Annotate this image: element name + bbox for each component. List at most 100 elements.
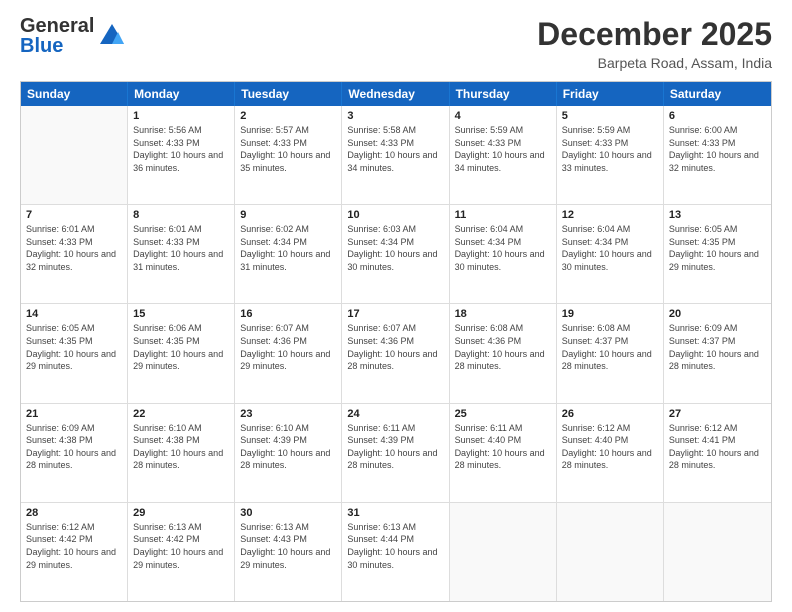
cell-sun-info: Sunrise: 6:04 AMSunset: 4:34 PMDaylight:… — [562, 223, 658, 273]
calendar-cell: 6Sunrise: 6:00 AMSunset: 4:33 PMDaylight… — [664, 106, 771, 204]
header-day-saturday: Saturday — [664, 82, 771, 106]
day-number: 15 — [133, 308, 229, 320]
calendar-cell: 12 Sunrise: 6:04 AMSunset: 4:34 PMDayligh… — [557, 205, 664, 303]
cell-sun-info: Sunrise: 6:10 AMSunset: 4:39 PMDaylight:… — [240, 422, 336, 472]
cell-sun-info: Sunrise: 6:13 AMSunset: 4:43 PMDaylight:… — [240, 521, 336, 571]
calendar-row-1: 7Sunrise: 6:01 AMSunset: 4:33 PMDaylight… — [21, 205, 771, 304]
day-number: 1 — [133, 110, 229, 122]
calendar-cell: 9 Sunrise: 6:02 AMSunset: 4:34 PMDaylight… — [235, 205, 342, 303]
day-number: 25 — [455, 408, 551, 420]
month-title: December 2025 — [537, 16, 772, 53]
calendar-cell: 13 Sunrise: 6:05 AMSunset: 4:35 PMDayligh… — [664, 205, 771, 303]
calendar-cell: 11Sunrise: 6:04 AMSunset: 4:34 PMDayligh… — [450, 205, 557, 303]
calendar-cell: 5Sunrise: 5:59 AMSunset: 4:33 PMDaylight… — [557, 106, 664, 204]
calendar-cell: 14Sunrise: 6:05 AMSunset: 4:35 PMDayligh… — [21, 304, 128, 402]
cell-sun-info: Sunrise: 6:03 AMSunset: 4:34 PMDaylight:… — [347, 223, 443, 273]
cell-sun-info: Sunrise: 6:11 AMSunset: 4:39 PMDaylight:… — [347, 422, 443, 472]
calendar-cell: 17 Sunrise: 6:07 AMSunset: 4:36 PMDayligh… — [342, 304, 449, 402]
day-number: 18 — [455, 308, 551, 320]
day-number: 6 — [669, 110, 766, 122]
calendar-cell: 27 Sunrise: 6:12 AMSunset: 4:41 PMDayligh… — [664, 404, 771, 502]
header-day-monday: Monday — [128, 82, 235, 106]
header-day-friday: Friday — [557, 82, 664, 106]
cell-sun-info: Sunrise: 6:02 AMSunset: 4:34 PMDaylight:… — [240, 223, 336, 273]
day-number: 23 — [240, 408, 336, 420]
cell-sun-info: Sunrise: 6:10 AMSunset: 4:38 PMDaylight:… — [133, 422, 229, 472]
calendar: SundayMondayTuesdayWednesdayThursdayFrid… — [20, 81, 772, 602]
cell-sun-info: Sunrise: 6:12 AMSunset: 4:41 PMDaylight:… — [669, 422, 766, 472]
title-block: December 2025 Barpeta Road, Assam, India — [537, 16, 772, 71]
header-day-thursday: Thursday — [450, 82, 557, 106]
day-number: 14 — [26, 308, 122, 320]
page: General Blue December 2025 Barpeta Road,… — [0, 0, 792, 612]
calendar-cell: 31Sunrise: 6:13 AMSunset: 4:44 PMDayligh… — [342, 503, 449, 601]
calendar-cell: 3 Sunrise: 5:58 AMSunset: 4:33 PMDaylight… — [342, 106, 449, 204]
calendar-cell: 18 Sunrise: 6:08 AMSunset: 4:36 PMDayligh… — [450, 304, 557, 402]
calendar-cell: 30 Sunrise: 6:13 AMSunset: 4:43 PMDayligh… — [235, 503, 342, 601]
calendar-cell — [450, 503, 557, 601]
day-number: 31 — [347, 507, 443, 519]
calendar-cell: 15 Sunrise: 6:06 AMSunset: 4:35 PMDayligh… — [128, 304, 235, 402]
calendar-cell: 1 Sunrise: 5:56 AMSunset: 4:33 PMDaylight… — [128, 106, 235, 204]
cell-sun-info: Sunrise: 6:08 AMSunset: 4:37 PMDaylight:… — [562, 322, 658, 372]
day-number: 16 — [240, 308, 336, 320]
cell-sun-info: Sunrise: 5:58 AMSunset: 4:33 PMDaylight:… — [347, 124, 443, 174]
day-number: 8 — [133, 209, 229, 221]
cell-sun-info: Sunrise: 6:05 AMSunset: 4:35 PMDaylight:… — [669, 223, 766, 273]
day-number: 22 — [133, 408, 229, 420]
header-day-wednesday: Wednesday — [342, 82, 449, 106]
cell-sun-info: Sunrise: 6:12 AMSunset: 4:42 PMDaylight:… — [26, 521, 122, 571]
day-number: 13 — [669, 209, 766, 221]
calendar-row-3: 21 Sunrise: 6:09 AMSunset: 4:38 PMDayligh… — [21, 404, 771, 503]
cell-sun-info: Sunrise: 6:11 AMSunset: 4:40 PMDaylight:… — [455, 422, 551, 472]
day-number: 27 — [669, 408, 766, 420]
cell-sun-info: Sunrise: 5:59 AMSunset: 4:33 PMDaylight:… — [455, 124, 551, 174]
calendar-cell: 25 Sunrise: 6:11 AMSunset: 4:40 PMDayligh… — [450, 404, 557, 502]
cell-sun-info: Sunrise: 5:56 AMSunset: 4:33 PMDaylight:… — [133, 124, 229, 174]
cell-sun-info: Sunrise: 6:07 AMSunset: 4:36 PMDaylight:… — [240, 322, 336, 372]
header-day-tuesday: Tuesday — [235, 82, 342, 106]
calendar-cell: 29Sunrise: 6:13 AMSunset: 4:42 PMDayligh… — [128, 503, 235, 601]
calendar-cell: 28Sunrise: 6:12 AMSunset: 4:42 PMDayligh… — [21, 503, 128, 601]
calendar-row-0: 1 Sunrise: 5:56 AMSunset: 4:33 PMDaylight… — [21, 106, 771, 205]
cell-sun-info: Sunrise: 6:12 AMSunset: 4:40 PMDaylight:… — [562, 422, 658, 472]
calendar-cell: 19 Sunrise: 6:08 AMSunset: 4:37 PMDayligh… — [557, 304, 664, 402]
cell-sun-info: Sunrise: 6:08 AMSunset: 4:36 PMDaylight:… — [455, 322, 551, 372]
calendar-cell: 7Sunrise: 6:01 AMSunset: 4:33 PMDaylight… — [21, 205, 128, 303]
day-number: 24 — [347, 408, 443, 420]
calendar-cell: 4 Sunrise: 5:59 AMSunset: 4:33 PMDaylight… — [450, 106, 557, 204]
logo: General Blue — [20, 16, 126, 56]
calendar-body: 1 Sunrise: 5:56 AMSunset: 4:33 PMDaylight… — [21, 106, 771, 601]
cell-sun-info: Sunrise: 6:01 AMSunset: 4:33 PMDaylight:… — [133, 223, 229, 273]
calendar-cell: 10 Sunrise: 6:03 AMSunset: 4:34 PMDayligh… — [342, 205, 449, 303]
day-number: 30 — [240, 507, 336, 519]
calendar-cell: 24 Sunrise: 6:11 AMSunset: 4:39 PMDayligh… — [342, 404, 449, 502]
calendar-row-4: 28Sunrise: 6:12 AMSunset: 4:42 PMDayligh… — [21, 503, 771, 601]
day-number: 4 — [455, 110, 551, 122]
calendar-row-2: 14Sunrise: 6:05 AMSunset: 4:35 PMDayligh… — [21, 304, 771, 403]
logo-general: General — [20, 16, 94, 36]
calendar-cell: 8 Sunrise: 6:01 AMSunset: 4:33 PMDaylight… — [128, 205, 235, 303]
day-number: 21 — [26, 408, 122, 420]
calendar-cell: 2Sunrise: 5:57 AMSunset: 4:33 PMDaylight… — [235, 106, 342, 204]
day-number: 3 — [347, 110, 443, 122]
calendar-cell: 23 Sunrise: 6:10 AMSunset: 4:39 PMDayligh… — [235, 404, 342, 502]
calendar-cell — [664, 503, 771, 601]
day-number: 19 — [562, 308, 658, 320]
calendar-cell: 20Sunrise: 6:09 AMSunset: 4:37 PMDayligh… — [664, 304, 771, 402]
calendar-cell: 21 Sunrise: 6:09 AMSunset: 4:38 PMDayligh… — [21, 404, 128, 502]
logo-blue: Blue — [20, 36, 94, 56]
day-number: 10 — [347, 209, 443, 221]
day-number: 9 — [240, 209, 336, 221]
day-number: 17 — [347, 308, 443, 320]
cell-sun-info: Sunrise: 5:57 AMSunset: 4:33 PMDaylight:… — [240, 124, 336, 174]
cell-sun-info: Sunrise: 6:07 AMSunset: 4:36 PMDaylight:… — [347, 322, 443, 372]
location: Barpeta Road, Assam, India — [537, 55, 772, 71]
calendar-cell — [557, 503, 664, 601]
cell-sun-info: Sunrise: 6:06 AMSunset: 4:35 PMDaylight:… — [133, 322, 229, 372]
calendar-cell: 16 Sunrise: 6:07 AMSunset: 4:36 PMDayligh… — [235, 304, 342, 402]
cell-sun-info: Sunrise: 6:09 AMSunset: 4:38 PMDaylight:… — [26, 422, 122, 472]
day-number: 12 — [562, 209, 658, 221]
calendar-cell: 26Sunrise: 6:12 AMSunset: 4:40 PMDayligh… — [557, 404, 664, 502]
calendar-cell — [21, 106, 128, 204]
